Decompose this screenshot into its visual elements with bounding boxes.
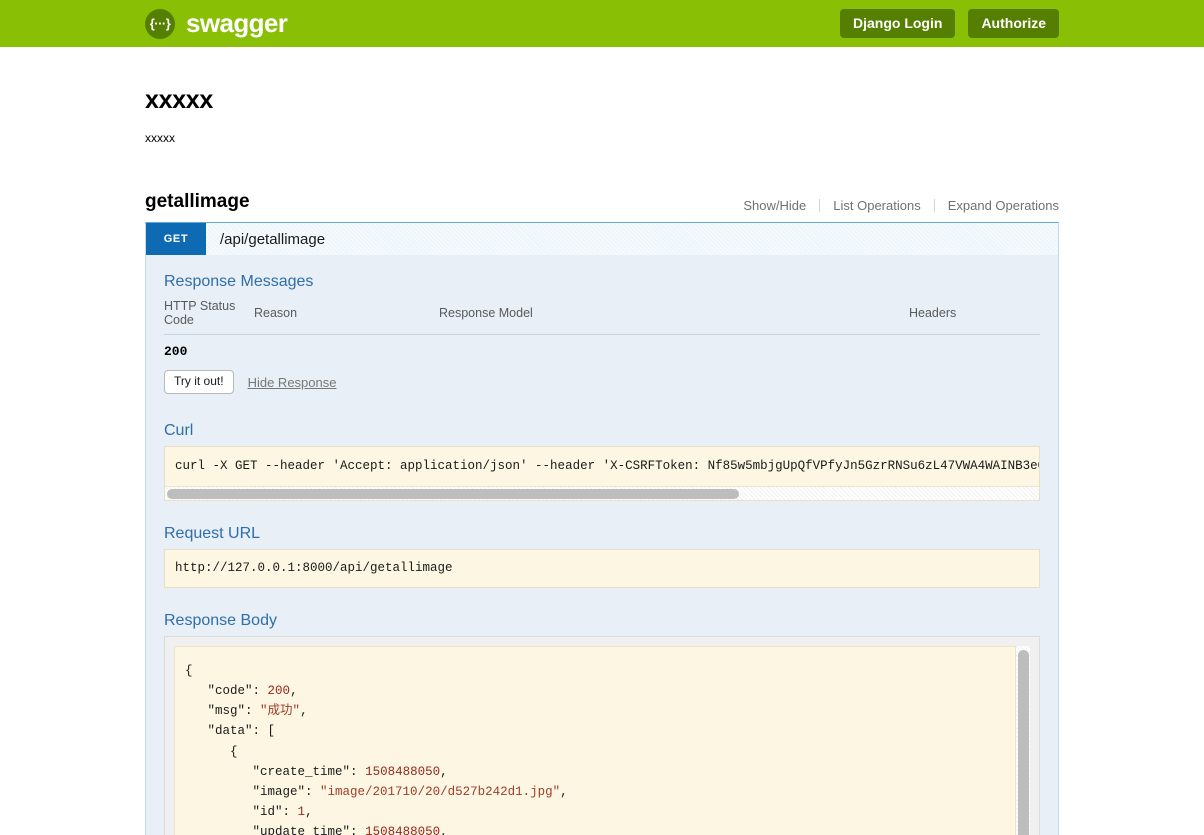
operation-block: GET /api/getallimage Response Messages H… [145,222,1059,835]
brand-name-label: swagger [186,8,288,38]
curl-horizontal-scrollbar[interactable] [165,486,1039,501]
column-header-status-code: HTTP Status Code [164,297,254,335]
top-bar: {···} swagger Django Login Authorize [0,0,1204,47]
cell-headers [909,335,1040,364]
show-hide-link[interactable]: Show/Hide [743,198,819,213]
api-description: xxxxx [145,131,175,145]
json-line: { [185,744,238,759]
json-line: "msg": "成功", [207,704,308,719]
api-info: xxxxx xxxxx [145,47,1059,145]
hide-response-link[interactable]: Hide Response [248,375,337,390]
response-body-json[interactable]: { "code": 200, "msg": "成功", "data": [ { … [174,646,1030,835]
json-line: "create_time": 1508488050, [252,764,448,779]
request-url-value: http://127.0.0.1:8000/api/getallimage [164,549,1040,589]
swagger-logo-icon: {···} [145,8,175,39]
page-title: xxxxx [145,86,214,114]
operation-header[interactable]: GET /api/getallimage [146,223,1058,255]
resource-options: Show/Hide List Operations Expand Operati… [743,198,1059,213]
json-line: "update_time": 1508488050, [252,824,448,835]
response-body-vertical-scrollbar[interactable] [1015,646,1030,835]
top-bar-actions: Django Login Authorize [840,9,1059,38]
table-row: 200 [164,335,1040,364]
request-url-title: Request URL [164,525,261,543]
table-header-row: HTTP Status Code Reason Response Model H… [164,297,1040,335]
json-line: "data": [ [207,724,276,739]
json-line: "code": 200, [207,684,298,699]
column-header-reason: Reason [254,297,439,335]
column-header-headers: Headers [909,297,1040,335]
http-method-badge: GET [146,223,206,255]
expand-operations-link[interactable]: Expand Operations [935,198,1059,213]
resource-title[interactable]: getallimage [145,191,250,213]
resource-header: getallimage Show/Hide List Operations Ex… [145,191,1059,222]
endpoint-path: /api/getallimage [220,230,326,248]
operation-actions: Try it out! Hide Response [164,370,1040,398]
operation-body: Response Messages HTTP Status Code Reaso… [146,255,1058,835]
scrollbar-thumb[interactable] [1018,650,1029,835]
scrollbar-thumb[interactable] [167,489,740,500]
cell-status-code: 200 [164,344,188,359]
response-body-title: Response Body [164,612,277,630]
try-it-out-button[interactable]: Try it out! [164,370,234,395]
response-messages-title: Response Messages [164,273,314,290]
json-line: { [185,664,193,679]
response-body-box: { "code": 200, "msg": "成功", "data": [ { … [164,636,1040,835]
json-line: "id": 1, [252,804,313,819]
resource-getallimage: getallimage Show/Hide List Operations Ex… [145,191,1059,835]
django-login-button[interactable]: Django Login [840,9,956,38]
column-header-response-model: Response Model [439,297,909,335]
authorize-button[interactable]: Authorize [968,9,1059,38]
curl-box: curl -X GET --header 'Accept: applicatio… [164,446,1040,502]
swagger-brand[interactable]: {···} swagger [145,8,288,39]
cell-response-model [439,335,909,364]
json-line: "image": "image/201710/20/d527b242d1.jpg… [252,784,568,799]
page-content: xxxxx xxxxx getallimage Show/Hide List O… [0,47,1204,835]
list-operations-link[interactable]: List Operations [820,198,933,213]
cell-reason [254,335,439,364]
curl-command[interactable]: curl -X GET --header 'Accept: applicatio… [165,447,1039,486]
response-messages-table: HTTP Status Code Reason Response Model H… [164,297,1040,363]
curl-title: Curl [164,422,194,440]
